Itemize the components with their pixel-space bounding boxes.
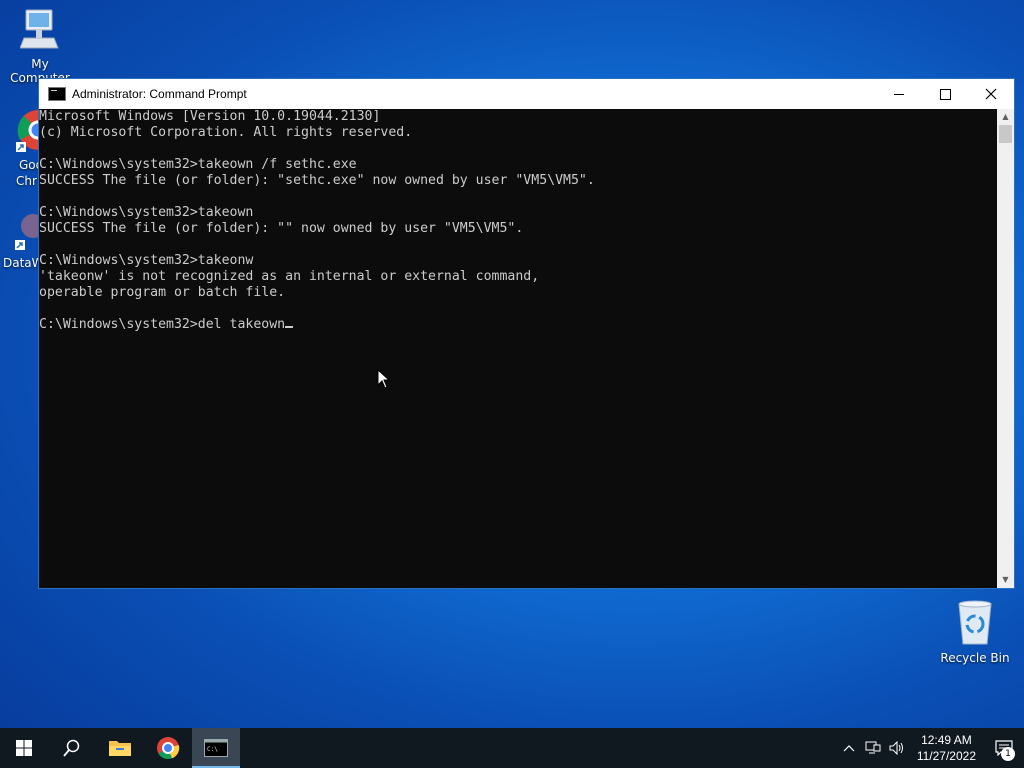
search-button[interactable]: [48, 728, 96, 768]
vertical-scrollbar[interactable]: ▲ ▼: [997, 109, 1014, 588]
notification-badge: 1: [1001, 747, 1015, 761]
datawrapper-shortcut-icon: [15, 214, 45, 250]
command-prompt-window[interactable]: Administrator: Command Prompt Microsoft …: [38, 78, 1015, 589]
console-line: (c) Microsoft Corporation. All rights re…: [39, 125, 413, 140]
title-bar[interactable]: Administrator: Command Prompt: [39, 79, 1014, 109]
svg-text:C:\: C:\: [207, 746, 218, 753]
close-icon: [985, 88, 997, 100]
text-cursor: [285, 326, 294, 328]
chrome-icon: [157, 737, 180, 760]
start-button[interactable]: [0, 728, 48, 768]
console-output[interactable]: Microsoft Windows [Version 10.0.19044.21…: [39, 109, 998, 588]
console-line: SUCCESS The file (or folder): "" now own…: [39, 221, 524, 236]
minimize-button[interactable]: [876, 79, 922, 109]
console-line: C:\Windows\system32>takeonw: [39, 253, 254, 268]
maximize-icon: [939, 88, 951, 100]
current-command: C:\Windows\system32>del takeown: [39, 317, 286, 332]
clock-date: 11/27/2022: [916, 749, 976, 763]
volume-button[interactable]: [885, 728, 909, 768]
network-button[interactable]: [861, 728, 885, 768]
window-title: Administrator: Command Prompt: [72, 87, 247, 101]
search-icon: [63, 739, 80, 757]
chrome-label-line2: Chr: [16, 174, 37, 188]
my-computer-desktop-icon[interactable]: My Computer: [0, 8, 80, 85]
console-line: 'takeonw' is not recognized as an intern…: [39, 269, 540, 284]
recycle-bin-label: Recycle Bin: [940, 651, 1010, 665]
show-hidden-icons-button[interactable]: [837, 728, 861, 768]
scrollbar-thumb[interactable]: [999, 125, 1012, 143]
recycle-bin-desktop-icon[interactable]: Recycle Bin: [935, 600, 1015, 665]
mouse-pointer-icon: [377, 369, 391, 389]
network-icon: [865, 741, 881, 754]
command-prompt-taskbar-button[interactable]: C:\: [192, 728, 240, 768]
computer-icon: [19, 9, 59, 49]
clock-time: 12:49 AM: [921, 733, 972, 747]
file-explorer-button[interactable]: [96, 728, 144, 768]
console-input-line[interactable]: C:\Windows\system32>del takeown: [39, 317, 998, 333]
chevron-up-icon: [843, 745, 855, 752]
console-line: C:\Windows\system32>takeown /f sethc.exe: [39, 157, 357, 172]
taskbar: C:\ 12:49 AM 11/27/2022 1: [0, 728, 1024, 768]
system-tray: 12:49 AM 11/27/2022 1: [837, 728, 1024, 768]
command-prompt-app-icon: [48, 87, 66, 101]
action-center-button[interactable]: 1: [984, 728, 1024, 768]
command-prompt-icon: C:\: [204, 739, 228, 757]
console-line: C:\Windows\system32>takeown: [39, 205, 254, 220]
recycle-bin-icon: [958, 600, 992, 645]
close-button[interactable]: [968, 79, 1014, 109]
minimize-icon: [894, 93, 904, 95]
scroll-up-icon[interactable]: ▲: [997, 109, 1014, 125]
folder-icon: [109, 741, 131, 756]
console-line: Microsoft Windows [Version 10.0.19044.21…: [39, 109, 381, 124]
chrome-taskbar-button[interactable]: [144, 728, 192, 768]
scroll-down-icon[interactable]: ▼: [997, 572, 1014, 588]
maximize-button[interactable]: [922, 79, 968, 109]
windows-start-icon: [16, 740, 32, 756]
clock[interactable]: 12:49 AM 11/27/2022: [909, 732, 984, 764]
speaker-icon: [889, 741, 903, 755]
console-line: SUCCESS The file (or folder): "sethc.exe…: [39, 173, 595, 188]
console-line: operable program or batch file.: [39, 285, 286, 300]
datawrapper-desktop-icon[interactable]: DataW: [3, 210, 45, 270]
